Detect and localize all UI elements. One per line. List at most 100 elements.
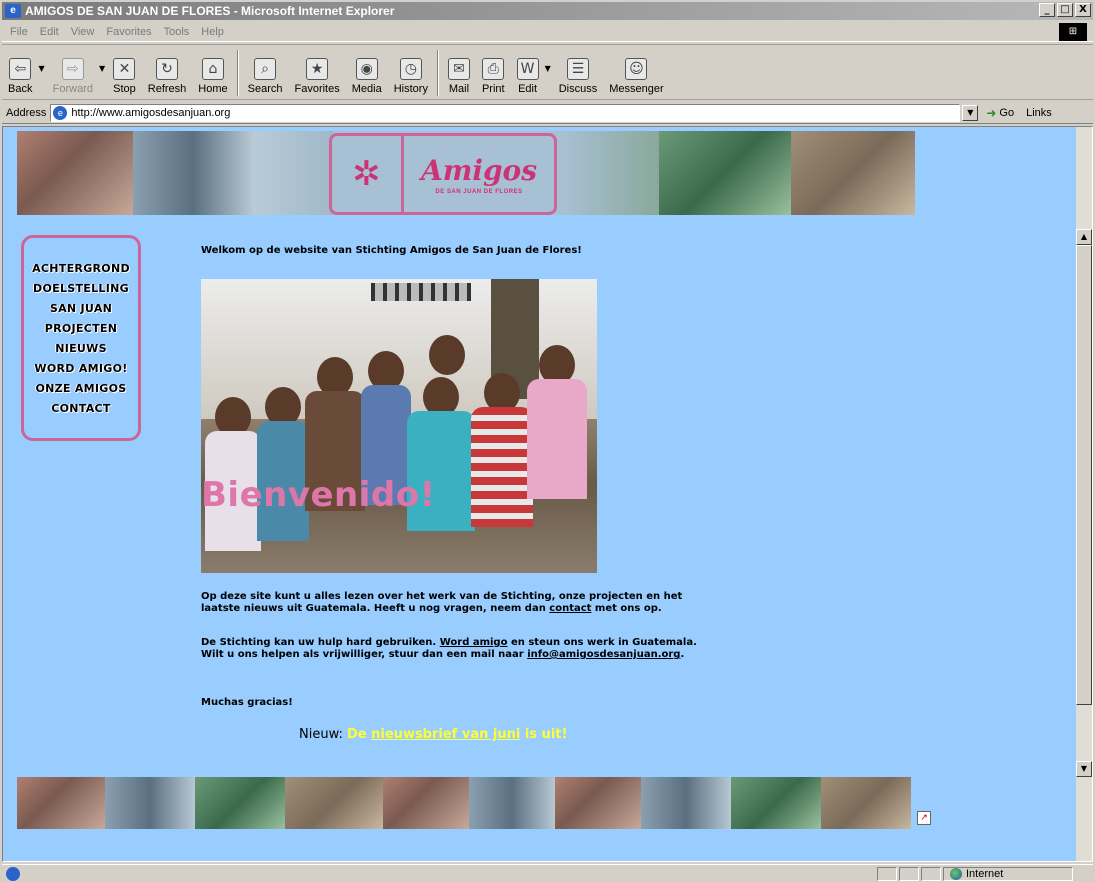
back-button[interactable]: ⇦ Back — [2, 47, 38, 99]
child-figure — [361, 351, 411, 573]
newsletter-link[interactable]: nieuwsbrief van juni — [371, 727, 520, 742]
back-arrow-icon: ⇦ — [9, 58, 32, 80]
word-amigo-link[interactable]: Word amigo — [440, 637, 508, 648]
home-button[interactable]: ⌂ Home — [192, 47, 233, 99]
menu-edit[interactable]: Edit — [40, 26, 59, 38]
hero-photo: Bienvenido! — [201, 279, 597, 573]
footer-photo — [731, 777, 821, 829]
welcome-heading: Welkom op de website van Stichting Amigo… — [201, 245, 582, 256]
edit-dropdown-icon[interactable]: ▼ — [545, 64, 551, 73]
status-bar: Internet — [2, 864, 1093, 882]
browser-window: e AMIGOS DE SAN JUAN DE FLORES - Microso… — [0, 0, 1095, 882]
go-label: Go — [999, 106, 1015, 119]
footer-photo — [285, 777, 383, 829]
address-dropdown-icon[interactable]: ▼ — [962, 104, 979, 121]
links-button[interactable]: Links — [1026, 107, 1052, 119]
page-icon: e — [53, 105, 68, 120]
menu-file[interactable]: File — [10, 26, 28, 38]
scroll-thumb[interactable] — [1076, 245, 1092, 705]
footer-photo — [195, 777, 285, 829]
refresh-button[interactable]: ↻ Refresh — [142, 47, 193, 99]
contact-link[interactable]: contact — [549, 603, 591, 614]
forward-dropdown-icon[interactable]: ▼ — [99, 64, 105, 73]
menu-bar: File Edit View Favorites Tools Help ⊞ — [2, 22, 1093, 42]
hero-window — [371, 283, 471, 301]
media-button[interactable]: ◉ Media — [346, 47, 388, 99]
hero-overlay-text: Bienvenido! — [201, 475, 436, 515]
child-figure — [305, 357, 365, 573]
header-photo-banner: ✲ Amigos DE SAN JUAN DE FLORES — [17, 131, 915, 215]
history-icon: ◷ — [399, 58, 422, 80]
back-dropdown-icon[interactable]: ▼ — [38, 64, 44, 73]
back-label: Back — [8, 83, 33, 95]
ie-app-icon[interactable]: e — [5, 4, 21, 18]
go-button[interactable]: ➜ Go — [986, 106, 1014, 120]
address-input[interactable] — [71, 106, 932, 119]
print-button[interactable]: ⎙ Print — [476, 47, 511, 99]
internet-globe-icon — [950, 868, 962, 880]
discuss-button[interactable]: ☰ Discuss — [553, 47, 604, 99]
standard-toolbar: ⇦ Back ▼ ⇨ Forward ▼ ✕ Stop ↻ Refresh ⌂ … — [2, 44, 1093, 100]
footer-photo — [105, 777, 195, 829]
messenger-button[interactable]: ☺ Messenger — [603, 47, 669, 99]
search-icon: ⌕ — [254, 58, 277, 80]
minimize-button[interactable]: _ — [1039, 3, 1055, 17]
forward-button[interactable]: ⇨ Forward — [47, 47, 99, 99]
favorites-button[interactable]: ★ Favorites — [289, 47, 346, 99]
nav-nieuws[interactable]: NIEUWS — [55, 342, 107, 355]
edit-button[interactable]: W Edit — [511, 47, 545, 99]
nav-projecten[interactable]: PROJECTEN — [45, 322, 118, 335]
address-box[interactable]: e — [50, 103, 961, 122]
footer-photo — [821, 777, 911, 829]
nav-achtergrond[interactable]: ACHTERGROND — [32, 262, 130, 275]
email-link[interactable]: info@amigosdesanjuan.org — [527, 649, 680, 660]
stats-counter-icon[interactable]: ↗ — [917, 811, 931, 825]
scroll-down-icon[interactable]: ▼ — [1076, 761, 1092, 777]
footer-photo — [17, 777, 105, 829]
nav-onze-amigos[interactable]: ONZE AMIGOS — [35, 382, 126, 395]
mail-button[interactable]: ✉ Mail — [442, 47, 476, 99]
news-announcement: Nieuw: De nieuwsbrief van juni is uit! — [299, 727, 567, 742]
history-button[interactable]: ◷ History — [388, 47, 434, 99]
page-viewport: ✲ Amigos DE SAN JUAN DE FLORES ACHTERGRO… — [2, 126, 1093, 862]
toolbar-separator — [236, 50, 239, 96]
site-logo[interactable]: ✲ Amigos DE SAN JUAN DE FLORES — [329, 133, 557, 215]
nav-san-juan[interactable]: SAN JUAN — [50, 302, 112, 315]
refresh-icon: ↻ — [156, 58, 179, 80]
scroll-up-icon[interactable]: ▲ — [1076, 229, 1092, 245]
intro-paragraph: Op deze site kunt u alles lezen over het… — [201, 591, 721, 615]
status-pane — [877, 867, 897, 881]
menu-favorites[interactable]: Favorites — [106, 26, 151, 38]
vertical-scrollbar[interactable]: ▲ ▼ — [1076, 127, 1092, 861]
intro-text-end: met ons op. — [591, 603, 662, 614]
refresh-label: Refresh — [147, 83, 187, 95]
banner-photo — [659, 131, 791, 215]
maximize-button[interactable]: □ — [1057, 3, 1073, 17]
media-icon: ◉ — [355, 58, 378, 80]
home-label: Home — [198, 83, 228, 95]
close-button[interactable]: X — [1075, 3, 1091, 17]
news-label: Nieuw: — [299, 727, 348, 742]
stop-label: Stop — [113, 83, 136, 95]
menu-help[interactable]: Help — [201, 26, 224, 38]
address-label: Address — [6, 106, 47, 119]
windows-logo-icon: ⊞ — [1059, 23, 1087, 41]
banner-photo — [563, 131, 659, 215]
nav-word-amigo[interactable]: WORD AMIGO! — [34, 362, 127, 375]
flower-logo-icon: ✲ — [332, 136, 404, 212]
title-bar[interactable]: e AMIGOS DE SAN JUAN DE FLORES - Microso… — [2, 2, 1093, 20]
home-icon: ⌂ — [201, 58, 224, 80]
nav-doelstelling[interactable]: DOELSTELLING — [33, 282, 129, 295]
help-text-end: . — [680, 649, 685, 660]
footer-photo — [383, 777, 469, 829]
stop-button[interactable]: ✕ Stop — [107, 47, 142, 99]
child-figure — [471, 373, 533, 573]
menu-tools[interactable]: Tools — [164, 26, 190, 38]
logo-title: Amigos — [420, 153, 537, 187]
discuss-icon: ☰ — [566, 58, 589, 80]
media-label: Media — [351, 83, 382, 95]
menu-view[interactable]: View — [71, 26, 95, 38]
nav-contact[interactable]: CONTACT — [51, 402, 110, 415]
search-button[interactable]: ⌕ Search — [242, 47, 289, 99]
discuss-label: Discuss — [558, 83, 598, 95]
